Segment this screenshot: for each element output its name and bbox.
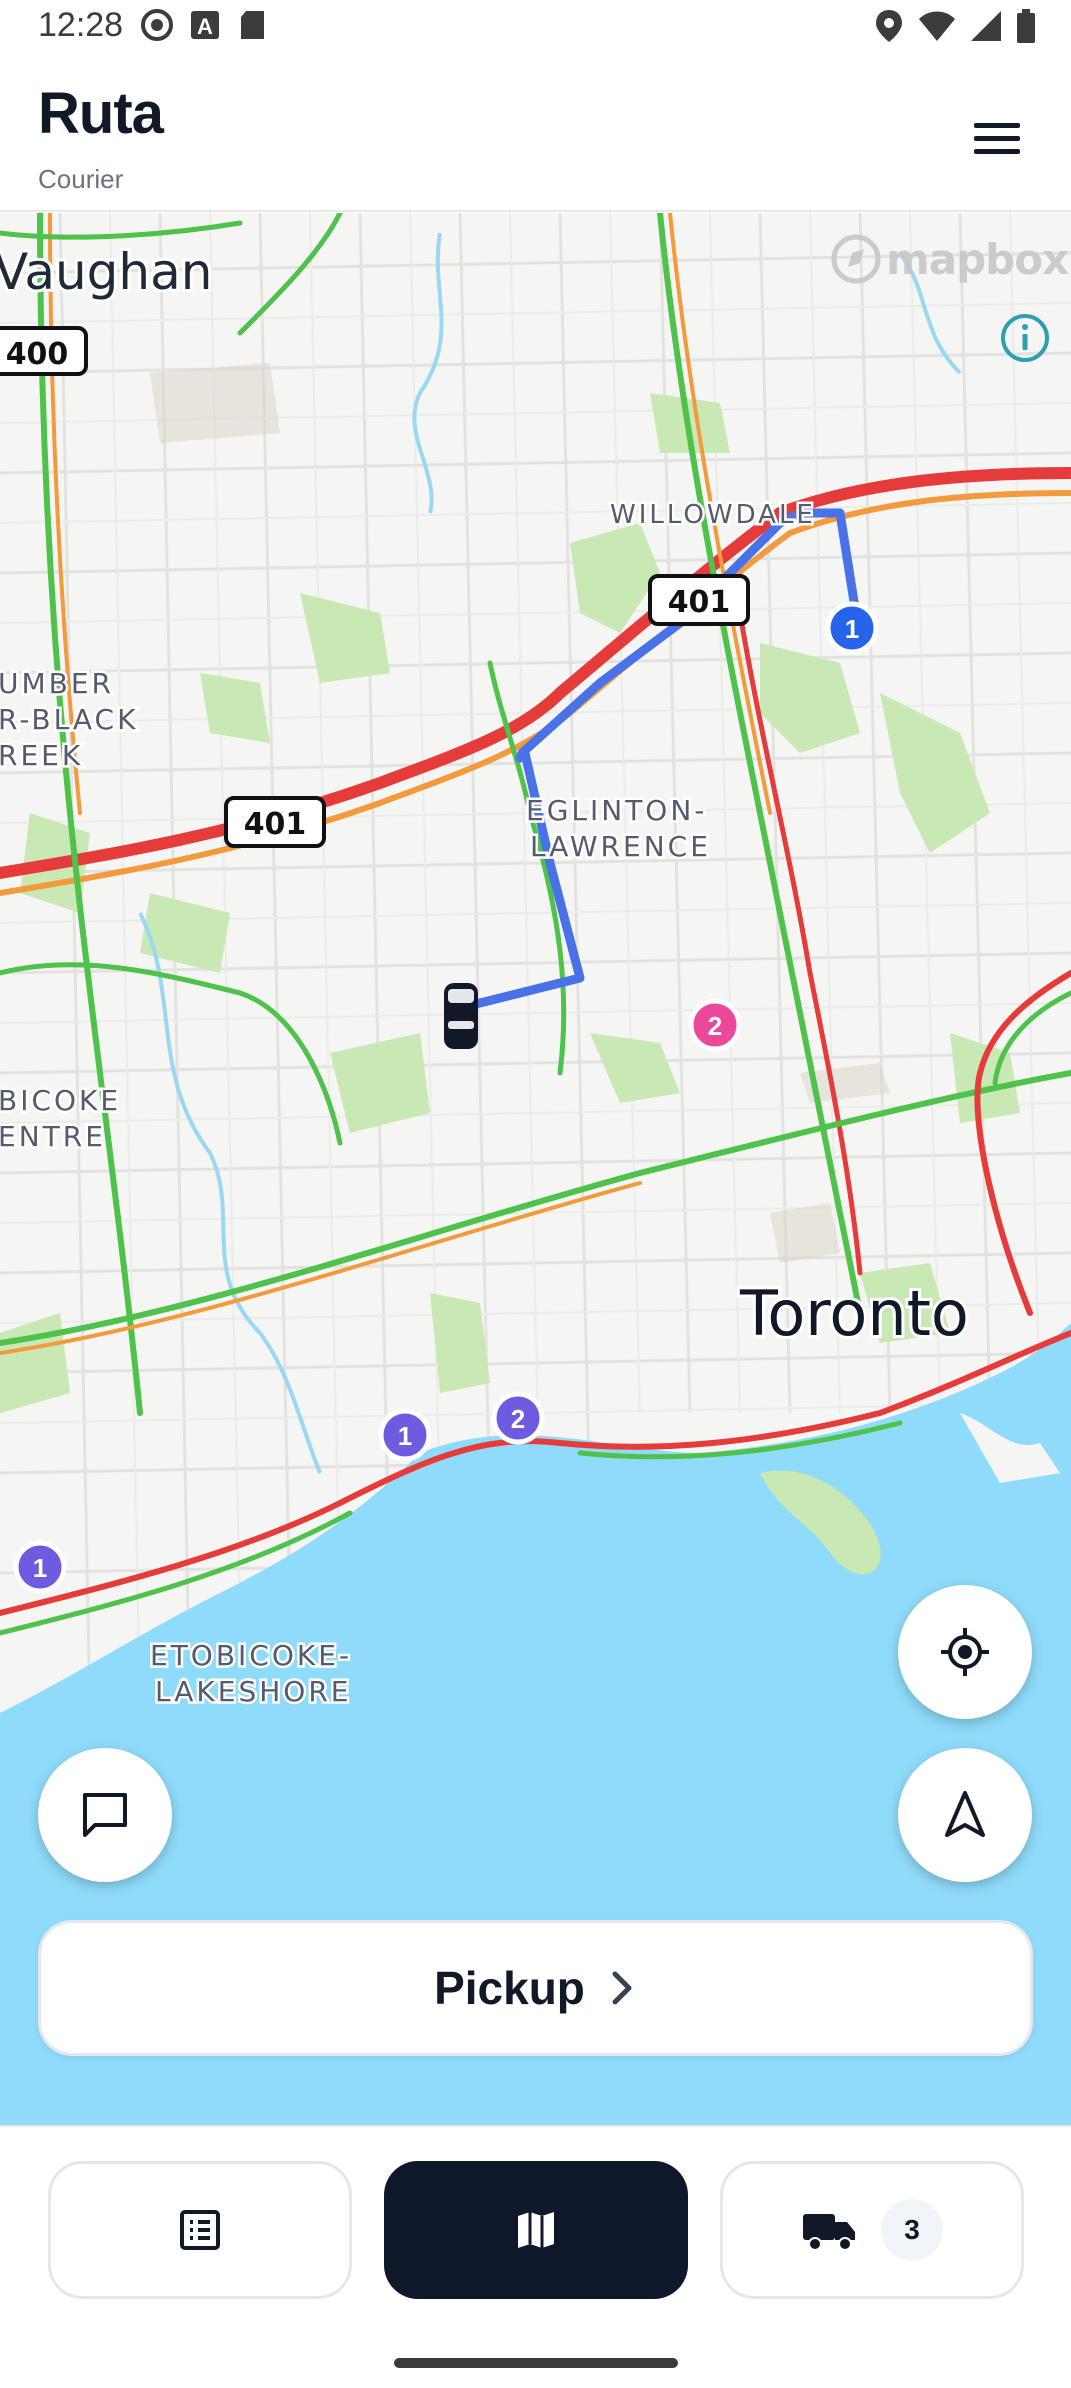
highway-401-west-label: 401 xyxy=(244,807,307,842)
marker-route-stop-1-label: 1 xyxy=(845,614,859,644)
navigation-arrow-icon xyxy=(945,1791,985,1837)
app-subtitle: Courier xyxy=(38,164,124,194)
marker-purple-stop-1-label: 1 xyxy=(398,1421,412,1451)
status-time: 12:28 xyxy=(38,6,124,44)
truck-icon xyxy=(803,2214,855,2251)
nav-list-button[interactable] xyxy=(48,2161,352,2299)
signal-icon xyxy=(971,11,1001,41)
label-vaughan: Vaughan xyxy=(0,243,212,301)
app-header: Ruta Courier xyxy=(0,52,1071,212)
pickup-button[interactable]: Pickup xyxy=(38,1920,1033,2056)
chevron-right-icon xyxy=(612,1971,632,2005)
a-icon: A xyxy=(191,11,219,39)
label-willowdale: WILLOWDALE xyxy=(610,500,816,530)
label-humber-2: R-BLACK xyxy=(0,703,138,736)
label-lakeshore-1: ETOBICOKE- xyxy=(150,1639,352,1672)
navigate-button[interactable] xyxy=(898,1748,1032,1882)
trips-count-badge: 3 xyxy=(881,2199,943,2261)
label-etobicoke-centre-2: ENTRE xyxy=(0,1120,106,1153)
marker-pink-stop-2-label: 2 xyxy=(708,1011,722,1041)
mapbox-logo-icon xyxy=(831,234,881,284)
nav-map-button[interactable] xyxy=(384,2161,688,2299)
chat-bubble-icon xyxy=(83,1793,127,1837)
home-indicator[interactable] xyxy=(394,2358,678,2368)
pickup-label: Pickup xyxy=(434,1962,585,2014)
map-view[interactable]: 400 401 401 Vaughan WILLOWDALE EGLINTON-… xyxy=(0,213,1071,2125)
label-eglinton-1: EGLINTON- xyxy=(526,794,707,827)
mapbox-logo-text: mapbox xyxy=(886,234,1069,284)
label-lakeshore-2: LAKESHORE xyxy=(155,1675,351,1708)
location-icon xyxy=(876,10,902,42)
map-icon xyxy=(518,2212,554,2248)
app-title: Ruta xyxy=(38,81,164,146)
label-humber-3: REEK xyxy=(0,739,83,772)
bottom-nav: 3 xyxy=(0,2125,1071,2388)
vpn-icon xyxy=(141,9,173,41)
marker-purple-stop-left-label: 1 xyxy=(33,1553,47,1583)
highway-401-east-label: 401 xyxy=(668,585,731,620)
highway-400-label: 400 xyxy=(6,337,69,372)
wifi-icon xyxy=(919,11,955,41)
chat-button[interactable] xyxy=(38,1748,172,1882)
svg-text:A: A xyxy=(197,14,213,39)
label-humber-1: UMBER xyxy=(0,667,114,700)
crosshair-icon xyxy=(941,1628,989,1676)
courier-vehicle-icon xyxy=(444,983,478,1049)
list-icon xyxy=(180,2210,220,2250)
info-icon[interactable] xyxy=(998,311,1052,365)
marker-purple-stop-2-label: 2 xyxy=(511,1404,525,1434)
hamburger-menu-icon xyxy=(974,122,1020,128)
status-bar: 12:28 A xyxy=(0,0,1071,52)
nav-trips-button[interactable]: 3 xyxy=(720,2161,1024,2299)
mapbox-logo: mapbox xyxy=(830,233,1069,285)
label-etobicoke-centre-1: BICOKE xyxy=(0,1084,121,1117)
battery-icon xyxy=(1017,9,1035,43)
label-toronto: Toronto xyxy=(739,1277,969,1350)
label-eglinton-2: LAWRENCE xyxy=(530,830,711,863)
recenter-button[interactable] xyxy=(898,1585,1032,1719)
menu-button[interactable] xyxy=(967,108,1027,168)
sd-card-icon xyxy=(241,11,264,39)
